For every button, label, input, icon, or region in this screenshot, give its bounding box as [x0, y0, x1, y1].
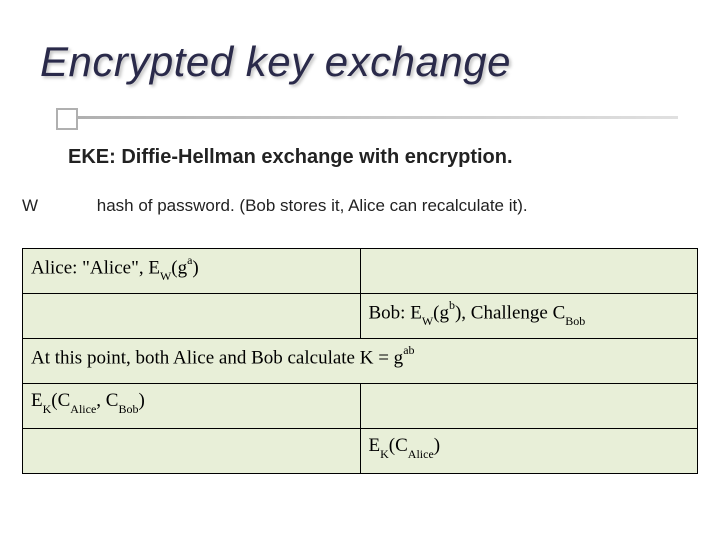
text: (g — [433, 302, 449, 323]
alice-cell-1: Alice: "Alice", EW(ga) — [23, 249, 361, 294]
bob-cell-1 — [360, 249, 698, 294]
protocol-row-3: At this point, both Alice and Bob calcul… — [23, 339, 698, 384]
superscript: a — [187, 253, 192, 267]
definition-label: W — [22, 196, 92, 216]
superscript: ab — [403, 343, 414, 357]
text: , C — [96, 390, 118, 411]
slide-title-block: Encrypted key exchange — [40, 38, 511, 86]
alice-cell-4: EK(CAlice, CBob) — [23, 384, 361, 429]
subscript: K — [380, 447, 389, 461]
alice-cell-5 — [23, 429, 361, 474]
shared-cell-3: At this point, both Alice and Bob calcul… — [23, 339, 698, 384]
text: ) — [138, 390, 144, 411]
text: ) — [192, 257, 198, 278]
definition-text: hash of password. (Bob stores it, Alice … — [97, 196, 528, 215]
protocol-row-4: EK(CAlice, CBob) — [23, 384, 698, 429]
title-underline — [38, 108, 678, 130]
protocol-table: Alice: "Alice", EW(ga) Bob: EW(gb), Chal… — [22, 248, 698, 474]
subscript: Bob — [565, 314, 585, 328]
subscript: Bob — [118, 402, 138, 416]
bob-cell-2: Bob: EW(gb), Challenge CBob — [360, 294, 698, 339]
text: ), Challenge C — [455, 302, 565, 323]
subscript: Alice — [70, 402, 96, 416]
protocol-row-1: Alice: "Alice", EW(ga) — [23, 249, 698, 294]
subscript: W — [160, 269, 171, 283]
text: Alice: "Alice", E — [31, 257, 160, 278]
text: (g — [171, 257, 187, 278]
subscript: K — [43, 402, 52, 416]
text: Bob: E — [369, 302, 422, 323]
text: (C — [51, 390, 70, 411]
text: E — [31, 390, 43, 411]
bob-cell-5: EK(CAlice) — [360, 429, 698, 474]
subscript: Alice — [408, 447, 434, 461]
slide-title: Encrypted key exchange — [40, 38, 511, 85]
protocol-row-2: Bob: EW(gb), Challenge CBob — [23, 294, 698, 339]
decorative-square — [56, 108, 78, 130]
text: (C — [389, 435, 408, 456]
text: E — [369, 435, 381, 456]
alice-cell-2 — [23, 294, 361, 339]
slide-subtitle: EKE: Diffie-Hellman exchange with encryp… — [68, 146, 513, 169]
definition-row: W hash of password. (Bob stores it, Alic… — [22, 196, 690, 216]
protocol-row-5: EK(CAlice) — [23, 429, 698, 474]
text: ) — [434, 435, 440, 456]
text: At this point, both Alice and Bob calcul… — [31, 347, 403, 368]
superscript: b — [449, 298, 455, 312]
decorative-rule — [78, 116, 678, 119]
bob-cell-4 — [360, 384, 698, 429]
subscript: W — [422, 314, 433, 328]
